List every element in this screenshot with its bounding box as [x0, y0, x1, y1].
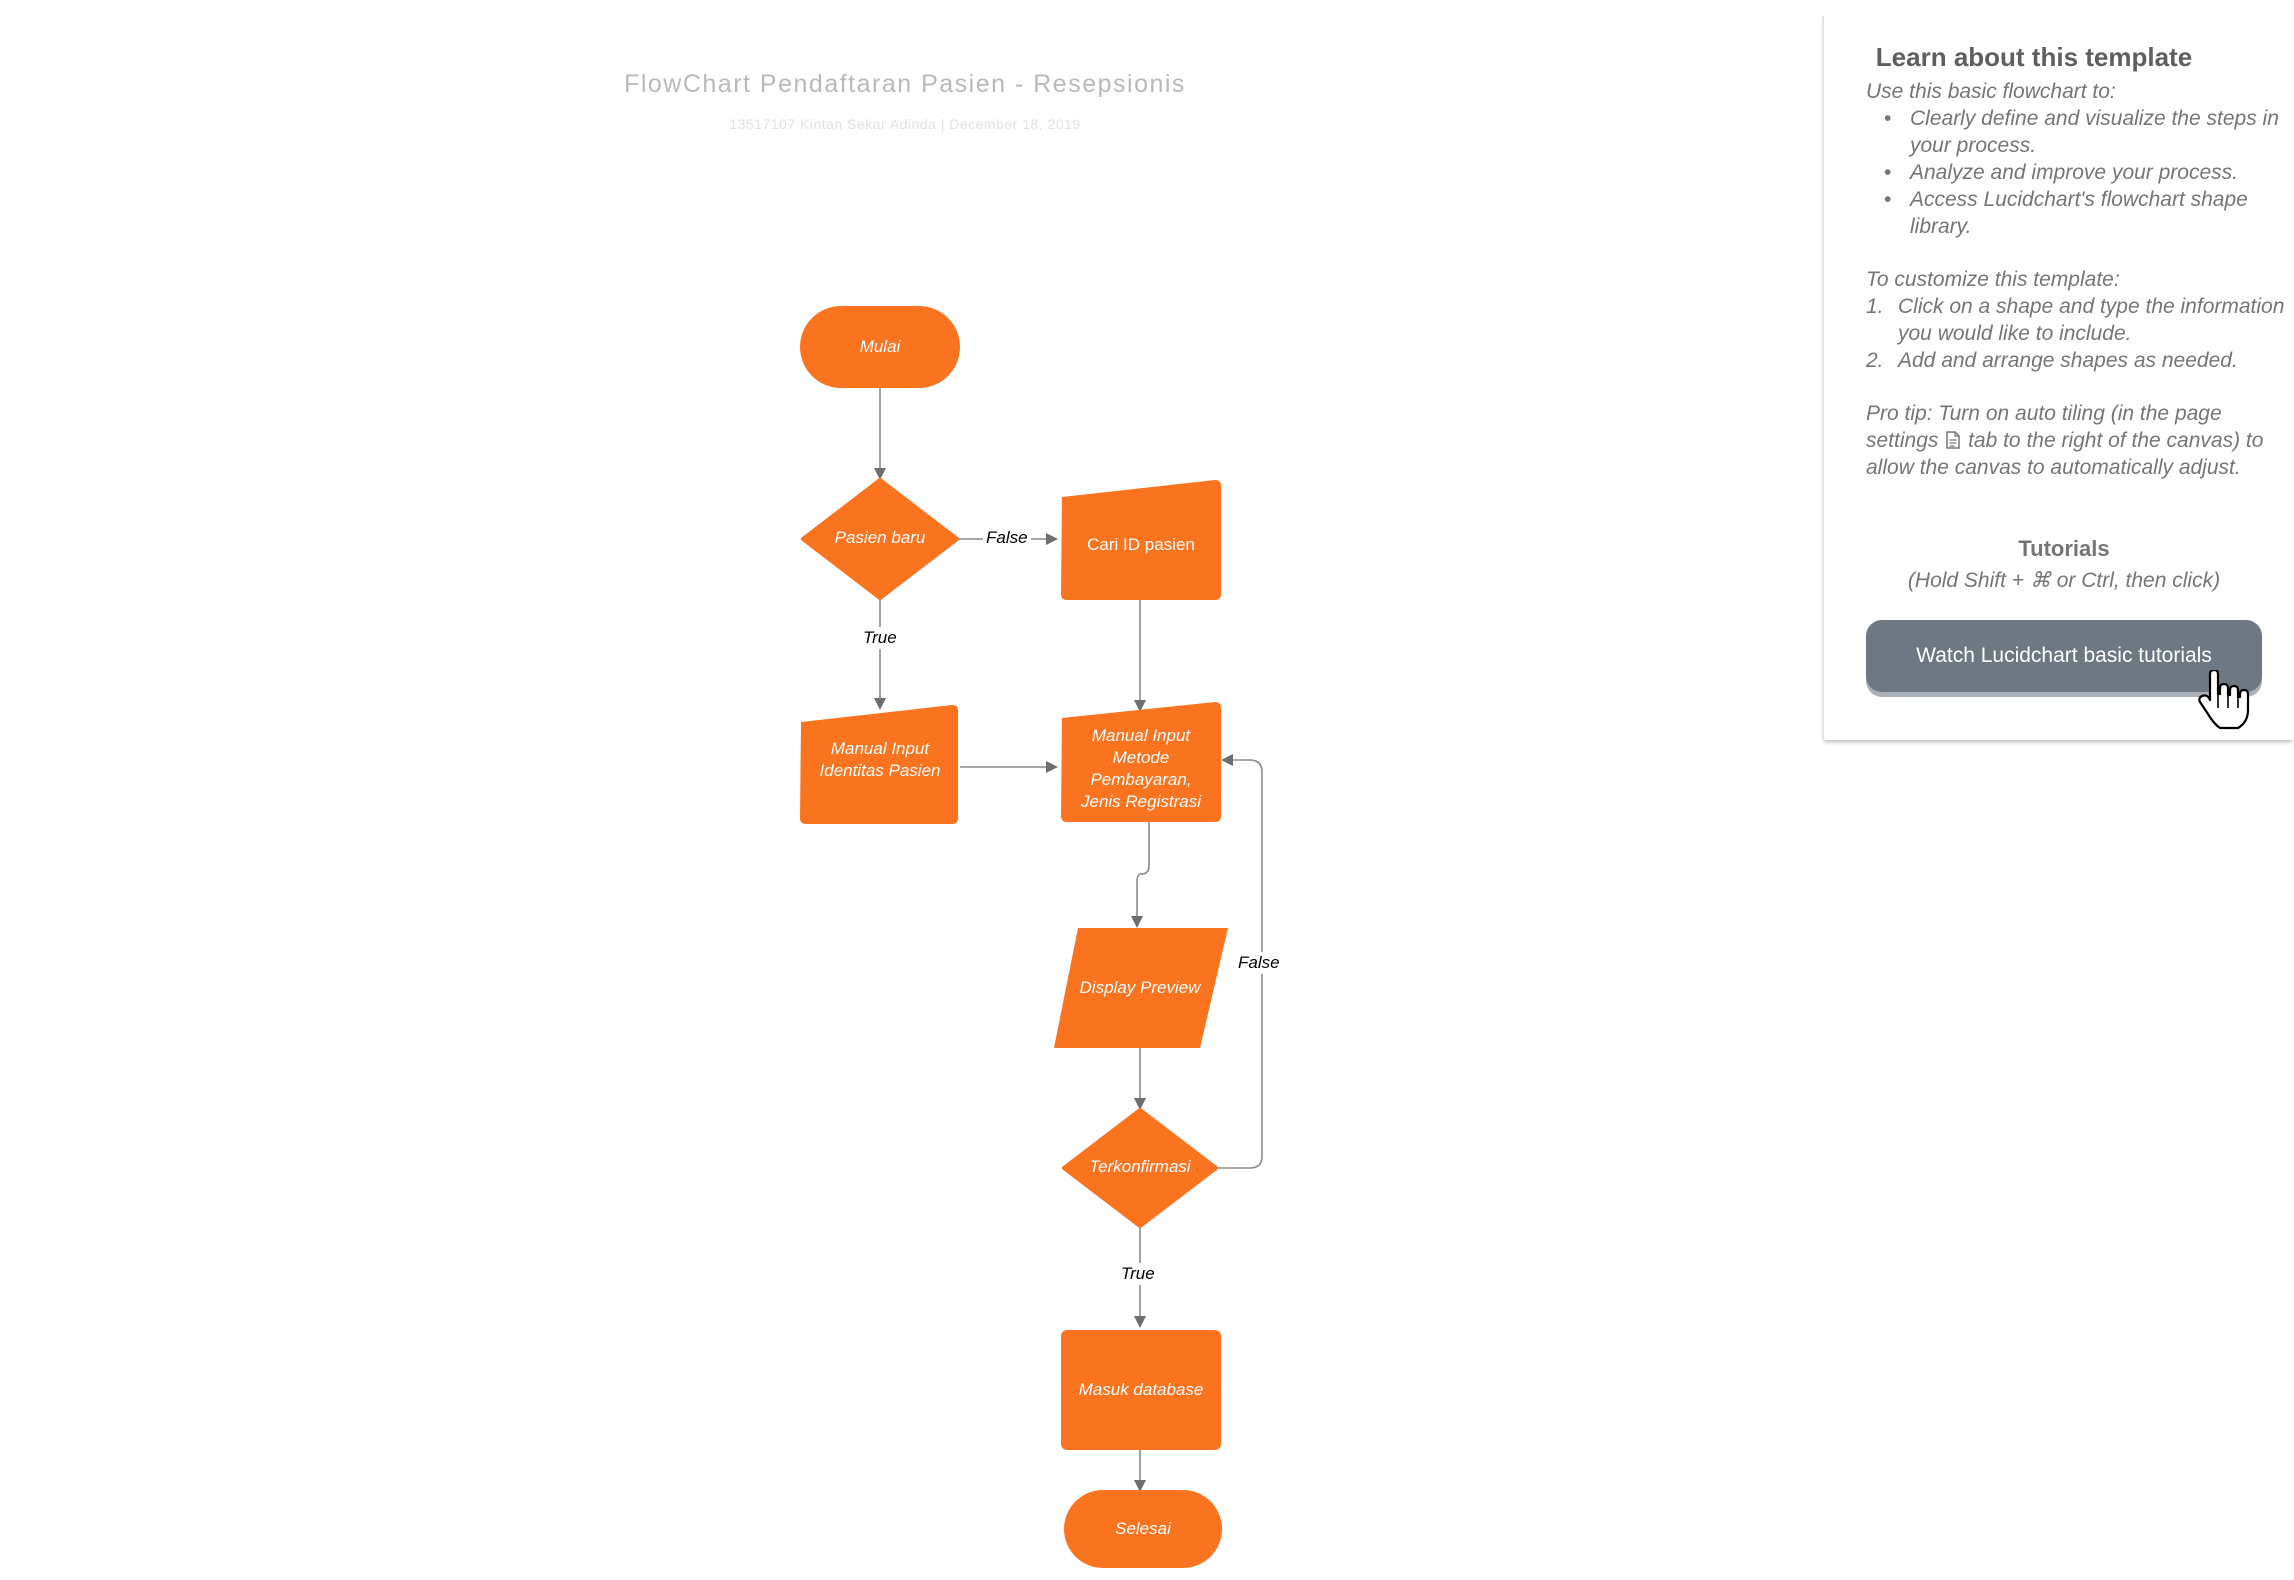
hand-pointer-icon: [2198, 670, 2250, 730]
panel-bullet-list: Clearly define and visualize the steps i…: [1866, 105, 2286, 240]
panel-bullet: Access Lucidchart's flowchart shape libr…: [1866, 186, 2286, 240]
edge-label-konfirmasi-true[interactable]: True: [1118, 1263, 1158, 1285]
panel-bullet: Clearly define and visualize the steps i…: [1866, 105, 2286, 159]
diagram-subtitle[interactable]: 13517107 Kintan Sekar Adinda | December …: [380, 116, 1430, 132]
panel-customize-intro: To customize this template:: [1866, 268, 2120, 291]
node-pasien-baru-label: Pasien baru: [834, 528, 926, 547]
panel-customize-block: To customize this template: 1. Click on …: [1866, 266, 2286, 374]
tutorials-hint: (Hold Shift + ⌘ or Ctrl, then click): [1907, 569, 2221, 592]
panel-intro-block: Use this basic flowchart to: Clearly def…: [1866, 78, 2286, 240]
panel-title: Learn about this template: [1875, 42, 2193, 72]
node-mulai-label: Mulai: [859, 337, 901, 356]
node-selesai-label: Selesai: [1115, 1519, 1171, 1538]
diagram-title[interactable]: FlowChart Pendaftaran Pasien - Resepsion…: [380, 70, 1430, 99]
edge-label-pasien-true[interactable]: True: [860, 627, 900, 649]
panel-step-text: Add and arrange shapes as needed.: [1898, 349, 2238, 372]
connector-manual-metode-to-display-preview[interactable]: [1131, 822, 1150, 928]
node-terkonfirmasi-label: Terkonfirmasi: [1089, 1157, 1191, 1176]
panel-step: 2. Add and arrange shapes as needed.: [1866, 347, 2286, 374]
panel-bullet: Analyze and improve your process.: [1866, 159, 2286, 186]
node-manual-identitas-label: Manual Input Identitas Pasien: [819, 739, 941, 780]
learn-template-panel: Learn about this template Use this basic…: [1822, 16, 2294, 740]
panel-step-number: 2.: [1866, 349, 1884, 372]
node-cari-id-label: Cari ID pasien: [1087, 535, 1195, 554]
edge-label-pasien-false[interactable]: False: [983, 527, 1031, 549]
node-display-preview-label: Display Preview: [1079, 978, 1201, 997]
panel-step: 1. Click on a shape and type the informa…: [1866, 293, 2286, 347]
page-settings-icon: [1946, 431, 1960, 449]
panel-step-number: 1.: [1866, 295, 1884, 318]
edge-label-konfirmasi-false[interactable]: False: [1235, 952, 1283, 974]
panel-steps-list: 1. Click on a shape and type the informa…: [1866, 293, 2286, 374]
panel-intro: Use this basic flowchart to:: [1866, 80, 2116, 103]
node-manual-metode-label: Manual Input Metode Pembayaran, Jenis Re…: [1081, 726, 1201, 811]
panel-pro-tip: Pro tip: Turn on auto tiling (in the pag…: [1866, 400, 2286, 481]
panel-step-text: Click on a shape and type the informatio…: [1898, 295, 2285, 345]
tutorials-title: Tutorials: [2018, 536, 2110, 561]
node-masuk-database-label: Masuk database: [1078, 1380, 1204, 1399]
